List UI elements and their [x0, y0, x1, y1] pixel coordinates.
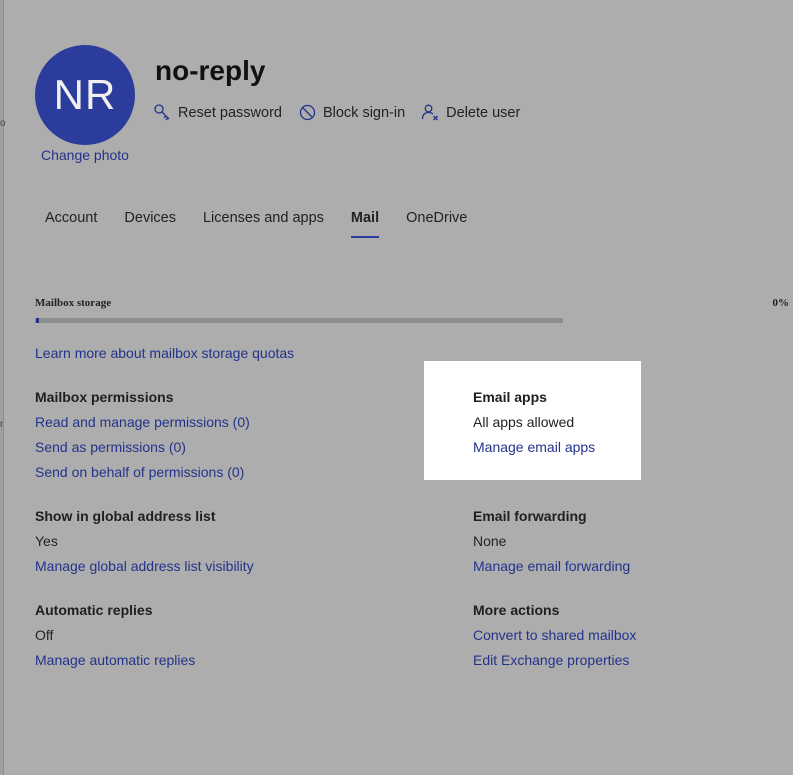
reset-password-button[interactable]: Reset password — [153, 103, 282, 122]
mailbox-storage-fill — [36, 318, 39, 323]
convert-shared-mailbox-link[interactable]: Convert to shared mailbox — [473, 623, 636, 648]
section-heading: Email apps — [473, 389, 547, 405]
page-title: no-reply — [155, 55, 266, 86]
manage-email-forwarding-link[interactable]: Manage email forwarding — [473, 554, 630, 579]
section-heading: Show in global address list — [35, 508, 216, 524]
section-heading: More actions — [473, 602, 560, 618]
automatic-replies-section: Automatic replies Off Manage automatic r… — [35, 598, 195, 673]
learn-more-storage-link[interactable]: Learn more about mailbox storage quotas — [35, 345, 294, 361]
section-heading: Mailbox permissions — [35, 389, 174, 405]
block-signin-button[interactable]: Block sign-in — [298, 103, 405, 122]
manage-automatic-replies-link[interactable]: Manage automatic replies — [35, 648, 195, 673]
more-actions-section: More actions Convert to shared mailbox E… — [473, 598, 636, 673]
email-forwarding-value: None — [473, 533, 507, 549]
send-on-behalf-permissions-link[interactable]: Send on behalf of permissions (0) — [35, 460, 250, 485]
tab-onedrive[interactable]: OneDrive — [406, 210, 467, 238]
key-icon — [154, 104, 170, 121]
avatar[interactable]: NR — [35, 45, 135, 145]
edge-fragment: o — [0, 118, 6, 129]
tab-bar: Account Devices Licenses and apps Mail O… — [45, 210, 494, 238]
edit-exchange-properties-link[interactable]: Edit Exchange properties — [473, 648, 636, 673]
change-photo-link[interactable]: Change photo — [41, 147, 129, 163]
left-panel-edge — [0, 0, 4, 775]
automatic-replies-value: Off — [35, 627, 54, 643]
global-address-value: Yes — [35, 533, 58, 549]
edge-fragment: r — [0, 419, 4, 430]
tab-account[interactable]: Account — [45, 210, 97, 238]
manage-email-apps-link[interactable]: Manage email apps — [473, 435, 595, 460]
mailbox-storage-bar — [35, 318, 563, 323]
email-forwarding-section: Email forwarding None Manage email forwa… — [473, 504, 630, 579]
section-heading: Email forwarding — [473, 508, 587, 524]
global-address-section: Show in global address list Yes Manage g… — [35, 504, 254, 579]
tab-mail[interactable]: Mail — [350, 210, 380, 238]
block-signin-label: Block sign-in — [322, 104, 406, 121]
reset-password-label: Reset password — [178, 104, 282, 121]
block-icon — [299, 104, 316, 121]
delete-user-icon — [422, 104, 439, 121]
mailbox-storage-label: Mailbox storage — [35, 297, 112, 309]
send-as-permissions-link[interactable]: Send as permissions (0) — [35, 435, 250, 460]
email-apps-section: Email apps All apps allowed Manage email… — [473, 385, 595, 460]
manage-global-address-link[interactable]: Manage global address list visibility — [35, 554, 254, 579]
user-actions-bar: Reset password Block sign-in Delete user — [153, 103, 536, 122]
avatar-initials: NR — [53, 71, 117, 118]
section-heading: Automatic replies — [35, 602, 153, 618]
email-apps-value: All apps allowed — [473, 414, 575, 430]
tab-devices[interactable]: Devices — [124, 210, 176, 238]
delete-user-label: Delete user — [446, 104, 521, 121]
mailbox-storage-percent: 0% — [772, 297, 790, 309]
delete-user-button[interactable]: Delete user — [421, 103, 520, 122]
mailbox-permissions-section: Mailbox permissions Read and manage perm… — [35, 385, 250, 485]
read-manage-permissions-link[interactable]: Read and manage permissions (0) — [35, 410, 250, 435]
tab-licenses-and-apps[interactable]: Licenses and apps — [203, 210, 324, 238]
